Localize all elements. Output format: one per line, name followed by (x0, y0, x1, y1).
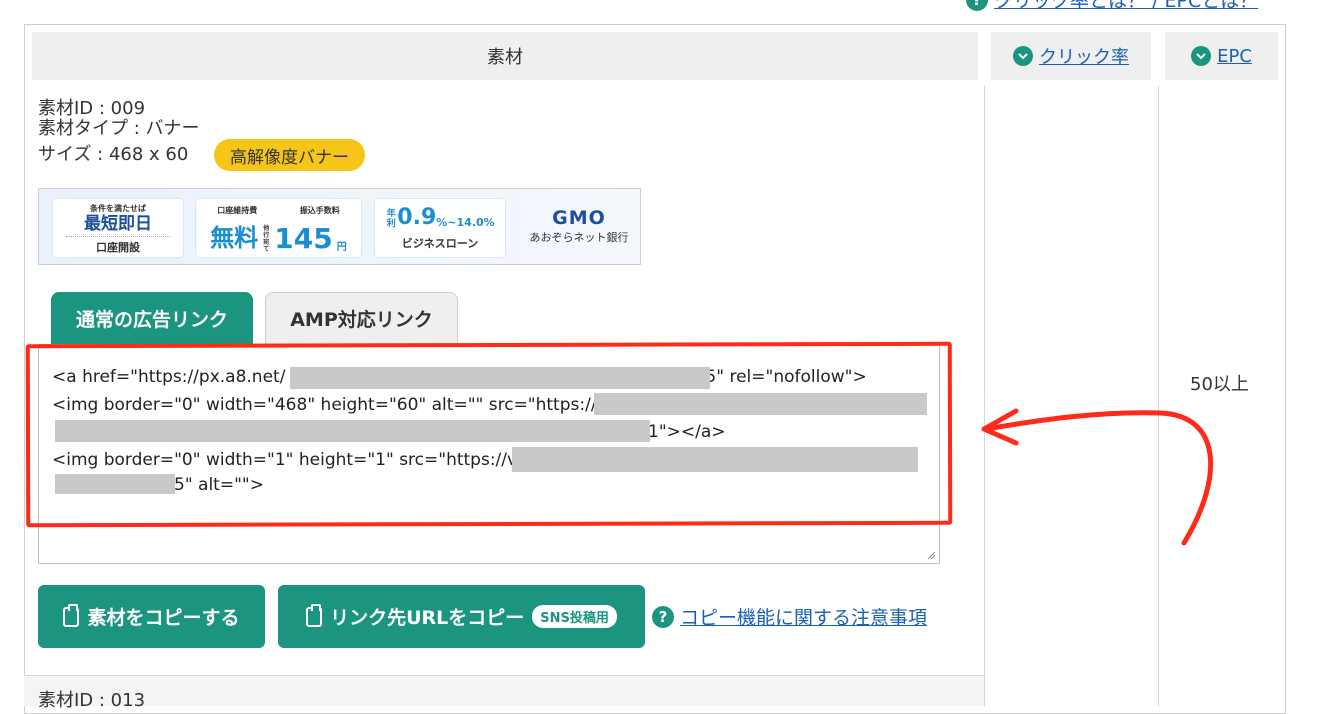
sort-check-icon (1013, 46, 1033, 66)
material-type: 素材タイプ : バナー (38, 118, 200, 139)
banner-preview: 条件を満たせば 最短即日 口座開設 口座維持費 振込手数料 無料 他行宛て 14… (38, 188, 641, 265)
highlight-box (25, 341, 953, 528)
sort-check-icon (1191, 46, 1212, 66)
tab-amp-link[interactable]: AMP対応リンク (265, 292, 458, 344)
copy-url-button[interactable]: リンク先URLをコピー SNS投稿用 (278, 585, 645, 648)
gmo-logo: GMO あおぞらネット銀行 (529, 207, 629, 244)
copy-note-link[interactable]: コピー機能に関する注意事項 (680, 603, 927, 630)
next-material-id: 素材ID : 013 (38, 690, 146, 711)
help-link-top[interactable]: ? クリック率とは？ / EPCとは？ (966, 0, 1258, 13)
epc-value: 50以上 (1190, 374, 1249, 395)
click-rate-sort-link[interactable]: クリック率 (1039, 43, 1129, 69)
copy-material-button[interactable]: 素材をコピーする (38, 585, 265, 648)
banner-box-loan: 年利 0.9 %~14.0% ビジネスローン (375, 199, 505, 257)
sns-badge: SNS投稿用 (532, 605, 617, 628)
red-arrow-annotation (981, 408, 1214, 546)
copy-material-label: 素材をコピーする (87, 607, 240, 629)
clipboard-icon (306, 603, 323, 627)
tab-normal-link[interactable]: 通常の広告リンク (51, 292, 253, 344)
clipboard-icon (63, 603, 80, 627)
material-id: 素材ID : 009 (38, 98, 146, 119)
banner-box-fees: 口座維持費 振込手数料 無料 他行宛て 145 円 (196, 199, 361, 257)
resize-grip-icon[interactable] (926, 550, 936, 560)
header-material-label: 素材 (487, 47, 523, 68)
material-size: サイズ : 468 x 60 (38, 144, 189, 165)
question-icon: ? (652, 605, 674, 628)
header-click-rate[interactable]: クリック率 (991, 32, 1151, 80)
copy-url-label: リンク先URLをコピー (330, 607, 525, 629)
copy-note[interactable]: ? コピー機能に関する注意事項 (652, 603, 927, 630)
click-rate-epc-help-link[interactable]: クリック率とは？ / EPCとは？ (994, 0, 1258, 13)
epc-sort-link[interactable]: EPC (1217, 46, 1252, 67)
banner-box-open: 条件を満たせば 最短即日 口座開設 (53, 199, 183, 257)
hi-res-badge: 高解像度バナー (214, 139, 365, 171)
header-material: 素材 (32, 32, 978, 80)
next-material-row (24, 675, 984, 706)
header-epc[interactable]: EPC (1165, 32, 1278, 80)
question-icon: ? (966, 0, 988, 11)
